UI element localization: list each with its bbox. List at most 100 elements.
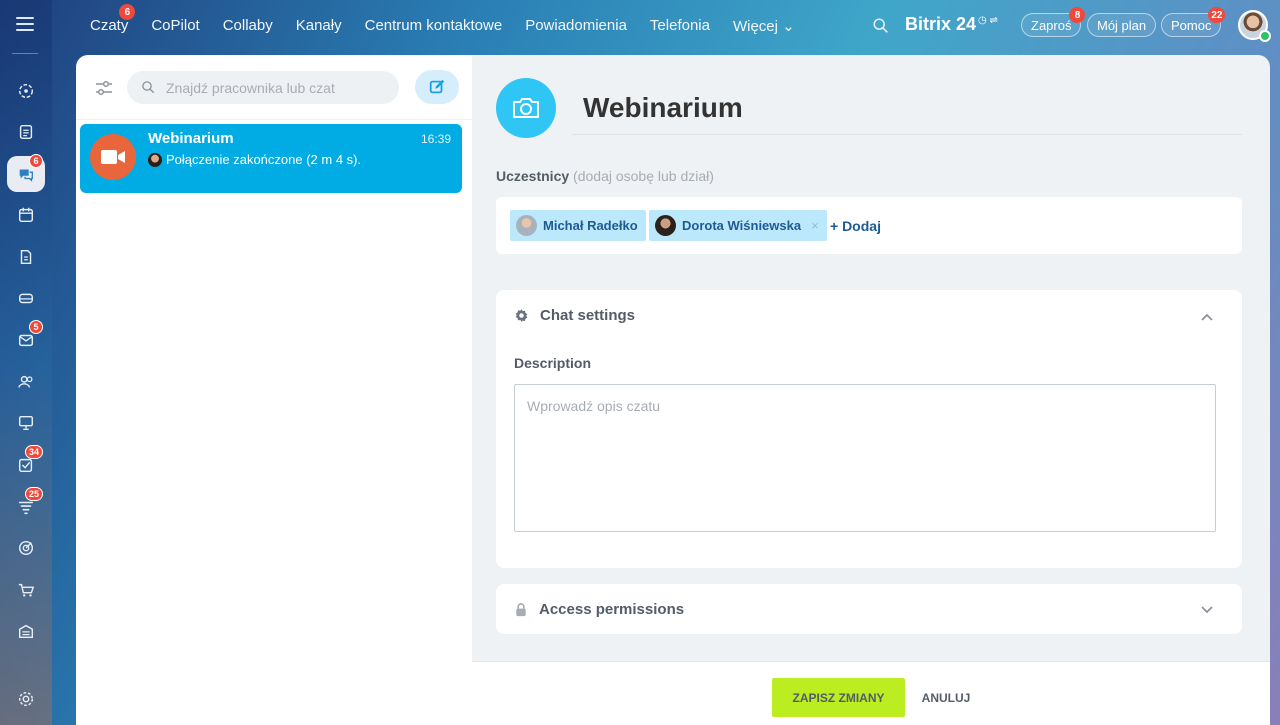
- brand-logo[interactable]: Bitrix 24 ◷ ⇌: [905, 14, 998, 35]
- filter-icon[interactable]: [94, 79, 114, 97]
- participant-chip[interactable]: Michał Radełko: [510, 210, 646, 241]
- add-participant-link[interactable]: + Dodaj: [830, 218, 881, 234]
- rail-item-mail[interactable]: 5: [7, 320, 45, 358]
- participant-chip[interactable]: Dorota Wiśniewska ×: [649, 210, 827, 241]
- save-button[interactable]: ZAPISZ ZMIANY: [772, 678, 905, 717]
- brand-name: Bitrix 24: [905, 14, 977, 34]
- participant-name: Michał Radełko: [543, 218, 638, 233]
- nav-item-label: Czaty: [90, 17, 129, 34]
- access-permissions-card[interactable]: Access permissions: [496, 584, 1242, 634]
- rail-item-chats[interactable]: 6: [7, 154, 45, 192]
- rail-item-drive[interactable]: [7, 280, 45, 316]
- chat-settings-panel: Webinarium Uczestnicy (dodaj osobę lub d…: [472, 55, 1270, 725]
- feed-icon: [19, 124, 33, 140]
- access-permissions-header[interactable]: Access permissions: [514, 601, 684, 618]
- nav-item-copilot[interactable]: CoPilot: [151, 17, 199, 35]
- chat-photo-upload[interactable]: [496, 78, 556, 138]
- nav-item-notifications[interactable]: Powiadomienia: [525, 17, 627, 35]
- presentation-icon: [18, 415, 34, 430]
- gear-icon: [18, 691, 34, 707]
- participants-label: Uczestnicy (dodaj osobę lub dział): [496, 168, 714, 184]
- activity-icon: [18, 83, 34, 99]
- cart-icon: [18, 583, 35, 597]
- participant-avatar: [655, 215, 676, 236]
- compose-icon: [429, 79, 445, 94]
- help-label: Pomoc: [1171, 17, 1212, 33]
- description-label: Description: [514, 355, 592, 371]
- chevron-up-icon[interactable]: [1200, 310, 1214, 324]
- drive-icon: [18, 293, 34, 304]
- rail-item-webinars[interactable]: [7, 405, 45, 441]
- camera-icon: [513, 98, 539, 118]
- participants-box[interactable]: Michał Radełko Dorota Wiśniewska × + Dod…: [496, 197, 1242, 254]
- invite-button[interactable]: Zaproś 8: [1021, 7, 1086, 37]
- new-chat-button[interactable]: [415, 70, 459, 104]
- users-icon: [18, 375, 33, 388]
- help-button[interactable]: Pomoc 22: [1161, 7, 1226, 37]
- crm-badge: 25: [24, 487, 43, 501]
- top-nav: Czaty 6 CoPilot Collaby Kanały Centrum ko…: [90, 4, 818, 35]
- document-icon: [20, 249, 32, 265]
- my-plan-button[interactable]: Mój plan: [1087, 13, 1157, 37]
- warehouse-icon: [18, 624, 34, 639]
- author-avatar: [148, 152, 162, 167]
- mail-icon: [18, 334, 34, 347]
- rail-item-shop[interactable]: [7, 572, 45, 608]
- rail-item-calendar[interactable]: [7, 197, 45, 233]
- left-rail: 6 5 34 25: [0, 0, 52, 725]
- search-icon: [142, 81, 155, 94]
- nav-item-chats[interactable]: Czaty 6: [90, 4, 136, 35]
- calendar-icon: [18, 207, 34, 223]
- rail-divider: [12, 53, 38, 54]
- rail-item-marketing[interactable]: [7, 530, 45, 566]
- remove-participant-icon[interactable]: ×: [811, 218, 819, 233]
- form-footer: ZAPISZ ZMIANY ANULUJ: [472, 661, 1270, 725]
- search-input[interactable]: [166, 79, 386, 96]
- online-status-icon: [1259, 30, 1271, 42]
- chat-preview-text: Połączenie zakończone (2 m 4 s).: [166, 152, 362, 167]
- nav-item-more[interactable]: Więcej ⌄: [733, 17, 795, 35]
- user-avatar[interactable]: [1238, 10, 1271, 42]
- participant-name: Dorota Wiśniewska: [682, 218, 802, 233]
- tasks-badge: 34: [24, 445, 43, 459]
- chevron-down-icon[interactable]: [1200, 603, 1214, 617]
- clock-icon: ◷ ⇌: [978, 15, 998, 26]
- participants-label-text: Uczestnicy: [496, 168, 570, 184]
- rail-item-settings[interactable]: [7, 681, 45, 717]
- my-plan-label: Mój plan: [1097, 17, 1147, 33]
- chat-list-item[interactable]: Webinarium 16:39 Połączenie zakończone (…: [80, 124, 462, 193]
- nav-item-telephony[interactable]: Telefonia: [650, 17, 710, 35]
- menu-icon[interactable]: [16, 17, 34, 31]
- rail-item-employees[interactable]: [7, 364, 45, 400]
- chat-list-panel: Webinarium 16:39 Połączenie zakończone (…: [76, 55, 472, 725]
- rail-item-crm[interactable]: 25: [7, 487, 45, 525]
- chat-settings-card: Chat settings Description: [496, 290, 1242, 568]
- chat-time: 16:39: [420, 132, 451, 146]
- rail-item-activity[interactable]: [7, 73, 45, 109]
- target-icon: [18, 540, 34, 556]
- chat-settings-title: Chat settings: [540, 307, 636, 324]
- participant-avatar: [516, 215, 537, 236]
- invite-label: Zaproś: [1031, 17, 1072, 33]
- chat-title-field[interactable]: Webinarium: [572, 85, 1242, 135]
- chat-settings-header[interactable]: Chat settings: [514, 307, 635, 324]
- rail-item-tasks[interactable]: 34: [7, 445, 45, 483]
- participants-hint: (dodaj osobę lub dział): [573, 168, 714, 184]
- rail-item-inventory[interactable]: [7, 613, 45, 649]
- nav-badge: 6: [119, 4, 136, 20]
- chat-preview: Połączenie zakończone (2 m 4 s).: [148, 152, 361, 167]
- lock-icon: [516, 603, 526, 617]
- cancel-button[interactable]: ANULUJ: [912, 678, 980, 717]
- search-icon[interactable]: [872, 17, 890, 35]
- chat-title-value[interactable]: Webinarium: [583, 92, 743, 124]
- rail-item-documents[interactable]: [7, 239, 45, 275]
- invite-badge: 8: [1069, 7, 1086, 23]
- rail-item-feed[interactable]: [7, 114, 45, 150]
- description-input[interactable]: [514, 384, 1216, 532]
- nav-item-channels[interactable]: Kanały: [296, 17, 342, 35]
- chat-avatar: [90, 134, 136, 180]
- nav-item-collaby[interactable]: Collaby: [223, 17, 273, 35]
- nav-item-contact-center[interactable]: Centrum kontaktowe: [365, 17, 503, 35]
- divider: [76, 119, 472, 120]
- search-field[interactable]: [127, 71, 399, 104]
